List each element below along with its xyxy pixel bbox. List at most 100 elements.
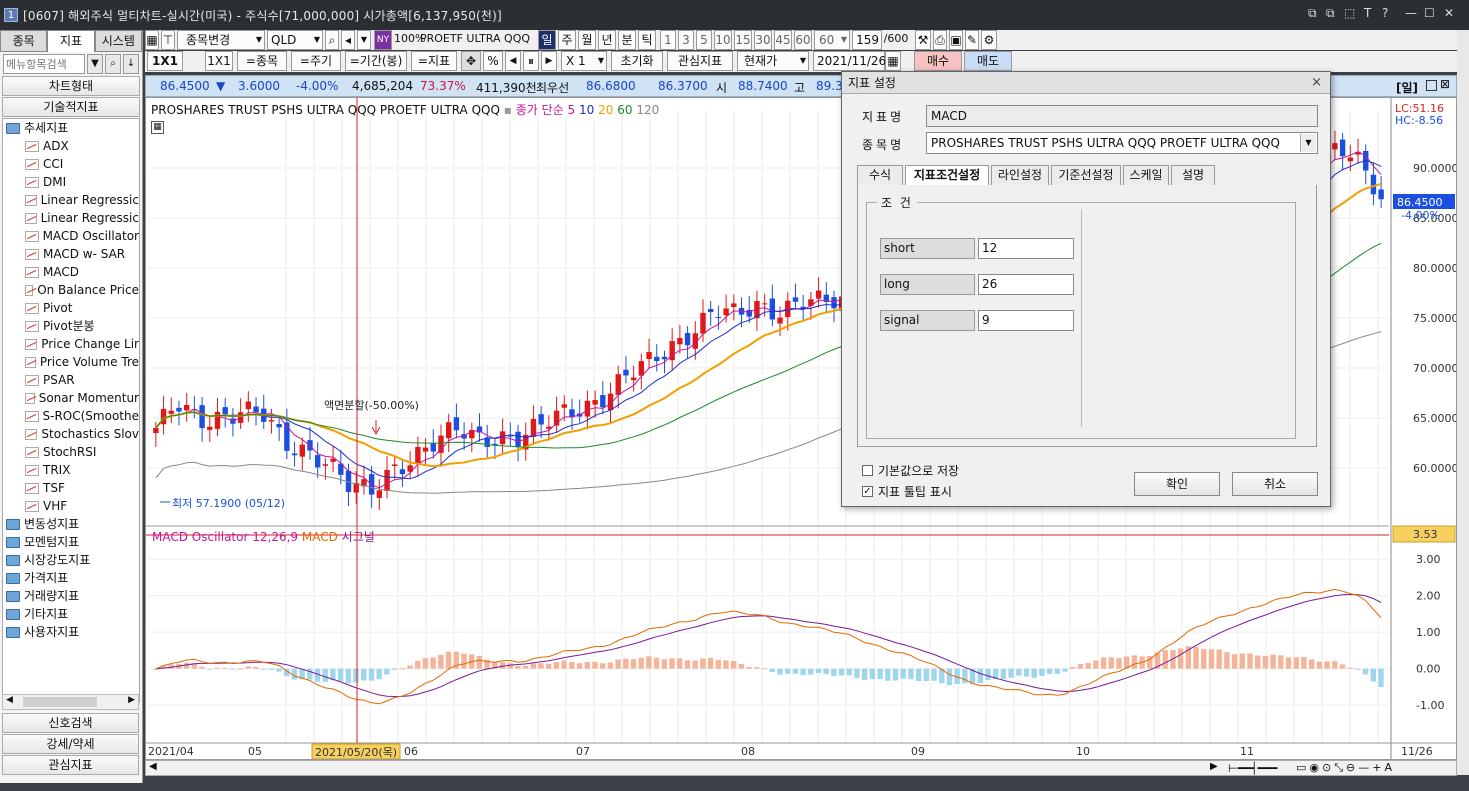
symbol-dropdown-icon[interactable]: ▼	[1300, 134, 1316, 152]
period-tick[interactable]: 틱	[638, 30, 656, 50]
chart-hscrollbar[interactable]: ◀ ▶ ⊢━━┥━━━ ▭◉⊙⤡⊖—+A	[145, 760, 1457, 776]
technical-indicator-header[interactable]: 기술적지표	[2, 97, 140, 117]
eq-range-button[interactable]: =기간(봉)	[345, 51, 407, 71]
tile-icon[interactable]: ⧉	[1326, 6, 1335, 21]
num-1[interactable]: 1	[660, 30, 676, 50]
tree-item-indicator[interactable]: Sonar Momentur	[3, 389, 139, 407]
scroll-right-icon[interactable]: ▶	[1210, 761, 1218, 772]
tab-indicator[interactable]: 지표	[47, 30, 95, 52]
tree-folder[interactable]: 기타지표	[3, 605, 139, 623]
frame-icon[interactable]: ⬚	[1344, 6, 1355, 20]
tree-item-indicator[interactable]: CCI	[3, 155, 139, 173]
period-month[interactable]: 월	[578, 30, 596, 50]
grid-icon[interactable]: ▦	[145, 30, 159, 50]
tree-item-indicator[interactable]: Pivot	[3, 299, 139, 317]
tree-item-indicator[interactable]: TRIX	[3, 461, 139, 479]
dialog-tab-scale[interactable]: 스케일	[1123, 165, 1169, 186]
save-icon[interactable]: ▣	[949, 30, 963, 50]
window-vscrollbar[interactable]	[1457, 30, 1469, 775]
current-price-select[interactable]: 현재가	[737, 51, 809, 71]
date-input[interactable]: 2021/11/26	[813, 51, 886, 71]
cancel-button[interactable]: 취소	[1232, 472, 1318, 496]
tree-item-indicator[interactable]: Linear Regressic	[3, 191, 139, 209]
crosshair-icon[interactable]: ✥	[461, 51, 481, 71]
scroll-left-icon[interactable]: ◀	[149, 761, 157, 772]
tree-item-indicator[interactable]: Linear Regressic	[3, 209, 139, 227]
num-30[interactable]: 30	[754, 30, 772, 50]
arrow-down-icon[interactable]: ↓	[123, 54, 139, 74]
param-short-input[interactable]: 12	[978, 238, 1074, 259]
dialog-tab-line[interactable]: 라인설정	[991, 165, 1049, 186]
num-15[interactable]: 15	[734, 30, 752, 50]
percent-button[interactable]: %	[483, 51, 503, 71]
tree-item-indicator[interactable]: Price Change Lir	[3, 335, 139, 353]
multiplier-select[interactable]: X 1	[561, 51, 607, 71]
zoom-slider-icon[interactable]: ⊢━━┥━━━	[1228, 762, 1277, 775]
calendar-icon[interactable]: ▦	[885, 51, 901, 71]
dialog-tab-baseline[interactable]: 기준선설정	[1051, 165, 1121, 186]
dialog-tab-formula[interactable]: 수식	[857, 165, 903, 186]
num-3[interactable]: 3	[678, 30, 694, 50]
font-icon[interactable]: T	[1364, 6, 1371, 20]
restore-icon[interactable]: ⧉	[1308, 6, 1317, 21]
dialog-tab-description[interactable]: 설명	[1171, 165, 1215, 186]
signal-search-button[interactable]: 신호검색	[2, 713, 139, 733]
tree-item-indicator[interactable]: TSF	[3, 479, 139, 497]
dialog-close-icon[interactable]: ×	[1311, 72, 1322, 94]
tree-item-indicator[interactable]: VHF	[3, 497, 139, 515]
edit-icon[interactable]: ✎	[965, 30, 979, 50]
symbol-input[interactable]: QLD	[267, 30, 323, 50]
chart-type-header[interactable]: 차트형태	[2, 76, 140, 96]
tree-item-indicator[interactable]: On Balance Price	[3, 281, 139, 299]
watch-indicator-button[interactable]: 관심지표	[667, 51, 733, 71]
watch-indicator-button[interactable]: 관심지표	[2, 755, 139, 775]
period-year[interactable]: 년	[598, 30, 616, 50]
settings-gear-icon[interactable]: ⚙	[981, 30, 997, 50]
pause-icon[interactable]: ⏸	[523, 51, 539, 71]
scroll-right-icon[interactable]: ▶	[128, 695, 135, 705]
pin-icon[interactable]: ⊤	[161, 30, 175, 50]
period-day[interactable]: 일	[538, 30, 556, 50]
dialog-tab-condition[interactable]: 지표조건설정	[905, 165, 989, 186]
chart-tools-icon[interactable]: ▭◉⊙⤡⊖—+A	[1296, 761, 1395, 775]
tree-item-indicator[interactable]: ADX	[3, 137, 139, 155]
minimize-icon[interactable]: —	[1405, 6, 1417, 20]
dropdown-icon[interactable]: ▼	[357, 30, 371, 50]
symbol-name-select[interactable]: PROSHARES TRUST PSHS ULTRA QQQ PROETF UL…	[926, 132, 1318, 154]
num-60[interactable]: 60	[794, 30, 812, 50]
change-code-button[interactable]: 종목변경	[177, 30, 265, 50]
chart-table-icon[interactable]: ▦	[151, 121, 164, 134]
num-5[interactable]: 5	[696, 30, 712, 50]
tree-folder[interactable]: 시장강도지표	[3, 551, 139, 569]
layout-1x1-button[interactable]: 1X1	[147, 51, 183, 71]
next-icon[interactable]: ▶	[541, 51, 557, 71]
param-long-input[interactable]: 26	[978, 274, 1074, 295]
search-icon[interactable]: ⌕	[105, 54, 121, 74]
save-default-checkbox[interactable]	[862, 465, 873, 476]
eq-indicator-button[interactable]: =지표	[411, 51, 457, 71]
maximize-icon[interactable]: ☐	[1424, 6, 1435, 20]
search-icon[interactable]: ⌕	[325, 30, 339, 50]
period-week[interactable]: 주	[558, 30, 576, 50]
tree-item-indicator[interactable]: MACD Oscillator	[3, 227, 139, 245]
buy-button[interactable]: 매수	[914, 51, 962, 71]
close-pane-icon[interactable]: ⊠	[1440, 77, 1450, 91]
num-45[interactable]: 45	[774, 30, 792, 50]
tree-item-indicator[interactable]: Stochastics Slov	[3, 425, 139, 443]
tab-system[interactable]: 시스템	[94, 30, 142, 52]
layout-button[interactable]: 1X1	[205, 51, 233, 71]
tree-folder[interactable]: 가격지표	[3, 569, 139, 587]
reset-button[interactable]: 초기화	[611, 51, 663, 71]
bull-bear-button[interactable]: 강세/약세	[2, 734, 139, 754]
tree-item-indicator[interactable]: Pivot분봉	[3, 317, 139, 335]
close-icon[interactable]: ✕	[1444, 6, 1454, 20]
tree-item-indicator[interactable]: StochRSI	[3, 443, 139, 461]
tree-folder-trend[interactable]: 추세지표	[3, 119, 139, 137]
count-input[interactable]: 159	[852, 30, 882, 50]
tree-folder[interactable]: 변동성지표	[3, 515, 139, 533]
tree-item-indicator[interactable]: Price Volume Tre	[3, 353, 139, 371]
sell-button[interactable]: 매도	[964, 51, 1012, 71]
scroll-left-icon[interactable]: ◀	[6, 695, 13, 705]
tree-item-indicator[interactable]: PSAR	[3, 371, 139, 389]
tree-folder[interactable]: 모멘텀지표	[3, 533, 139, 551]
